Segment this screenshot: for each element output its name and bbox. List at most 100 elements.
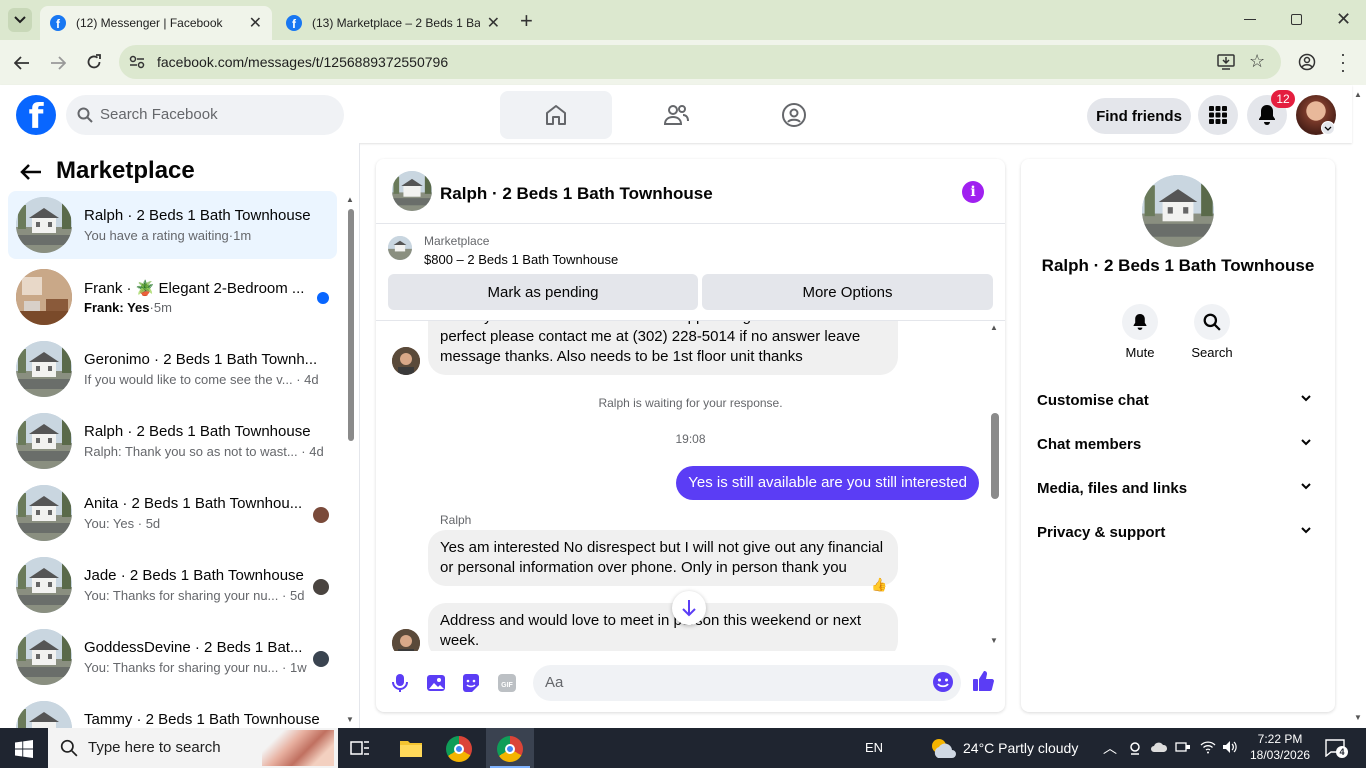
close-window-icon[interactable]: ✕: [1336, 9, 1351, 30]
list-scrollbar[interactable]: ▲ ▼: [345, 195, 357, 725]
url-text: facebook.com/messages/t/1256889372550796: [157, 54, 449, 70]
search-in-chat-button[interactable]: [1194, 304, 1230, 340]
page-scrollbar-up-icon[interactable]: ▲: [1354, 90, 1362, 99]
url-bar[interactable]: facebook.com/messages/t/1256889372550796…: [119, 45, 1281, 79]
room-thumbnail: [16, 269, 72, 325]
chat-scroll-down-icon[interactable]: ▼: [990, 636, 998, 645]
search-icon: [60, 739, 78, 757]
thumbs-up-reaction-icon[interactable]: 👍: [871, 577, 887, 593]
conversation-item[interactable]: GoddessDevine · 2 Beds 1 Bat... You: Tha…: [8, 623, 337, 691]
onedrive-cloud-icon[interactable]: [1150, 741, 1168, 753]
restore-icon[interactable]: [1291, 14, 1302, 25]
message-input[interactable]: Aa: [533, 665, 961, 701]
close-tab-icon[interactable]: ✕: [487, 13, 500, 33]
microphone-icon[interactable]: [390, 673, 410, 693]
reload-icon[interactable]: [86, 54, 102, 70]
bookmark-star-icon[interactable]: ☆: [1249, 51, 1265, 72]
conversation-item[interactable]: Frank · 🪴 Elegant 2-Bedroom ... Frank: Y…: [8, 263, 337, 331]
home-icon: [546, 105, 566, 125]
ralph-avatar[interactable]: [392, 347, 420, 375]
search-icon: [1203, 313, 1221, 331]
chat-scrollbar-thumb[interactable]: [991, 413, 999, 499]
conversation-item[interactable]: Tammy · 2 Beds 1 Bath Townhouse: [8, 695, 337, 728]
friends-nav-button[interactable]: [620, 91, 732, 139]
info-icon[interactable]: i: [962, 181, 984, 203]
find-friends-button[interactable]: Find friends: [1087, 98, 1191, 134]
media-files-links-section[interactable]: Media, files and links: [1037, 480, 1319, 497]
show-hidden-icons-icon[interactable]: ︿: [1103, 728, 1117, 768]
wifi-icon[interactable]: [1200, 740, 1216, 754]
sticker-icon[interactable]: [461, 673, 481, 693]
account-chevron-icon[interactable]: [1321, 121, 1335, 135]
language-indicator[interactable]: EN: [865, 728, 883, 768]
facebook-header: f Search Facebook Find friends 12: [0, 85, 1352, 143]
menu-button[interactable]: [1198, 95, 1238, 135]
groups-nav-button[interactable]: [738, 91, 850, 139]
install-app-icon[interactable]: [1217, 54, 1235, 70]
ralph-avatar[interactable]: [392, 629, 420, 651]
mark-as-pending-button[interactable]: Mark as pending: [388, 274, 698, 310]
scroll-to-bottom-button[interactable]: [672, 591, 706, 625]
back-icon[interactable]: [14, 55, 30, 71]
weather-partly-cloudy-icon[interactable]: [928, 736, 956, 760]
chat-profile-thumbnail[interactable]: [1142, 175, 1214, 247]
emoji-icon[interactable]: [932, 671, 954, 693]
site-settings-icon[interactable]: [129, 55, 145, 69]
chat-scroll-up-icon[interactable]: ▲: [990, 323, 998, 332]
conversation-item[interactable]: Ralph · 2 Beds 1 Bath Townhouse You have…: [8, 191, 337, 259]
back-arrow-icon[interactable]: [20, 163, 42, 181]
gif-icon[interactable]: GIF: [497, 673, 517, 693]
tab-marketplace[interactable]: f (13) Marketplace – 2 Beds 1 Bat ✕: [276, 6, 510, 40]
new-tab-icon[interactable]: +: [520, 8, 533, 34]
conversation-name: Ralph · 2 Beds 1 Bath Townhouse: [84, 207, 311, 224]
windows-start-icon[interactable]: [15, 740, 33, 758]
mute-button[interactable]: [1122, 304, 1158, 340]
browser-menu-icon[interactable]: · · ·: [1340, 45, 1346, 79]
chat-thumbnail[interactable]: [392, 171, 432, 211]
my-message-bubble: Yes is still available are you still int…: [676, 466, 979, 500]
chat-details-panel: Ralph · 2 Beds 1 Bath Townhouse Mute Sea…: [1021, 159, 1335, 712]
webcam-icon[interactable]: [1128, 741, 1142, 755]
close-tab-icon[interactable]: ✕: [249, 13, 262, 33]
network-icon[interactable]: [1175, 740, 1191, 754]
profile-icon[interactable]: [1298, 53, 1316, 71]
photo-icon[interactable]: [426, 673, 446, 693]
like-thumbs-up-icon[interactable]: [972, 670, 994, 692]
customise-chat-section[interactable]: Customise chat: [1037, 392, 1319, 409]
conversation-name: Geronimo · 2 Beds 1 Bath Townh...: [84, 351, 318, 368]
message-bubble: security with small 20 lb emotional supp…: [428, 321, 898, 375]
search-input[interactable]: Search Facebook: [66, 95, 344, 135]
listing-thumbnail[interactable]: [388, 236, 412, 260]
chat-title[interactable]: Ralph · 2 Beds 1 Bath Townhouse: [440, 184, 713, 204]
minimize-icon[interactable]: [1244, 19, 1256, 20]
tab-messenger[interactable]: f (12) Messenger | Facebook ✕: [40, 6, 272, 40]
conversation-item[interactable]: Ralph · 2 Beds 1 Bath Townhouse Ralph: T…: [8, 407, 337, 475]
weather-text[interactable]: 24°C Partly cloudy: [963, 728, 1078, 768]
svg-text:GIF: GIF: [501, 682, 513, 689]
volume-icon[interactable]: [1222, 740, 1238, 754]
browser-tab-bar: f (12) Messenger | Facebook ✕ f (13) Mar…: [0, 0, 1366, 40]
facebook-favicon-icon: f: [50, 15, 66, 31]
facebook-logo-icon[interactable]: f: [16, 95, 56, 135]
task-view-icon[interactable]: [350, 739, 370, 757]
sender-name: Ralph: [440, 513, 472, 527]
seen-avatar: [313, 651, 329, 667]
forward-icon[interactable]: [50, 55, 66, 71]
chevron-down-icon: [1301, 439, 1311, 446]
active-chrome-button[interactable]: [486, 728, 534, 768]
notification-badge: 12: [1271, 90, 1295, 108]
page-scrollbar-down-icon[interactable]: ▼: [1354, 713, 1362, 722]
conversation-item[interactable]: Jade · 2 Beds 1 Bath Townhouse You: Than…: [8, 551, 337, 619]
home-nav-button[interactable]: [500, 91, 612, 139]
file-explorer-icon[interactable]: [399, 738, 423, 758]
conversation-item[interactable]: Anita · 2 Beds 1 Bath Townhou... You: Ye…: [8, 479, 337, 547]
tab-search-dropdown-icon[interactable]: [8, 8, 32, 32]
conversation-item[interactable]: Geronimo · 2 Beds 1 Bath Townh... If you…: [8, 335, 337, 403]
more-options-button[interactable]: More Options: [702, 274, 993, 310]
chat-members-section[interactable]: Chat members: [1037, 436, 1319, 453]
clock[interactable]: 7:22 PM 18/03/2026: [1250, 731, 1310, 763]
privacy-support-section[interactable]: Privacy & support: [1037, 524, 1319, 541]
chrome-icon[interactable]: [446, 736, 472, 762]
listing-title[interactable]: $800 – 2 Beds 1 Bath Townhouse: [424, 252, 618, 267]
bell-icon: [1259, 105, 1275, 125]
